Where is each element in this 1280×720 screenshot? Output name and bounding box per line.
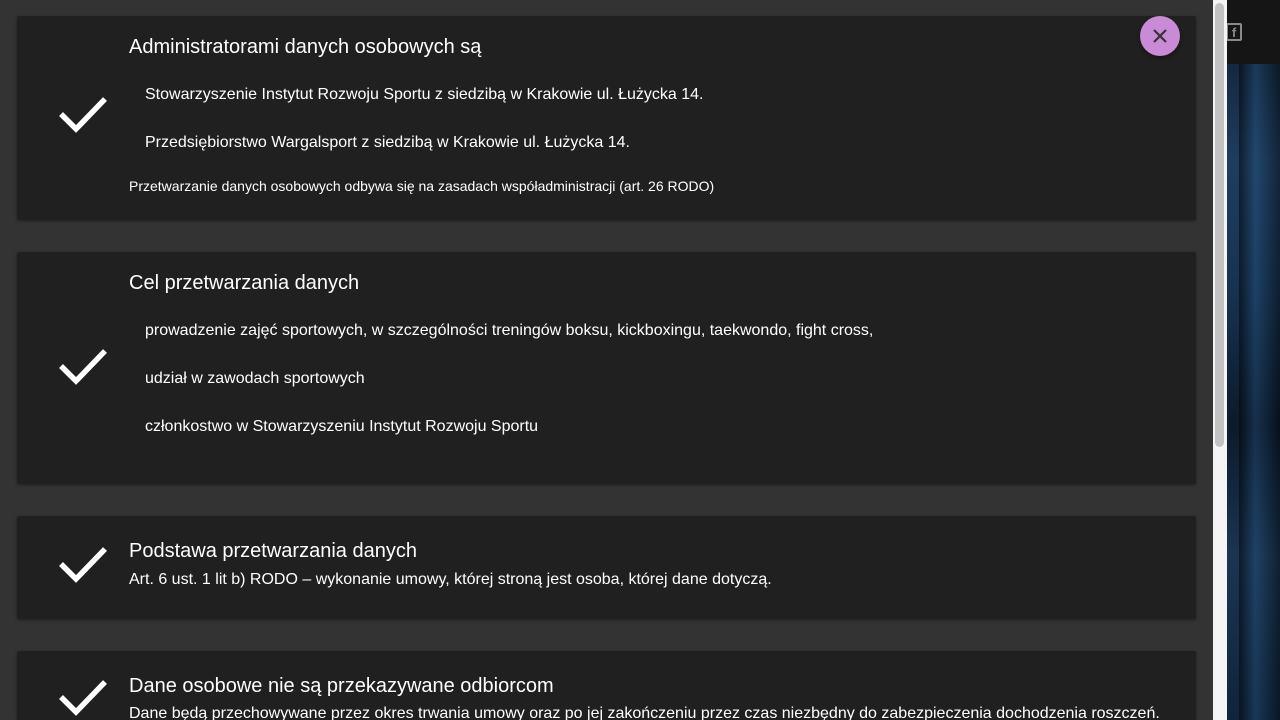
list-item: prowadzenie zajęć sportowych, w szczegól… <box>145 322 874 339</box>
list-item: członkostwo w Stowarzyszeniu Instytut Ro… <box>145 418 539 435</box>
close-icon <box>1153 29 1167 43</box>
card-title: Administratorami danych osobowych są <box>129 36 482 58</box>
checkmark-icon <box>55 675 111 719</box>
checkmark-icon <box>55 92 111 136</box>
card-recipients: Dane osobowe nie są przekazywane odbiorc… <box>17 651 1196 720</box>
checkmark-icon <box>55 542 111 586</box>
card-title: Dane osobowe nie są przekazywane odbiorc… <box>129 675 554 697</box>
list-item: udział w zawodach sportowych <box>145 370 365 387</box>
checkmark-icon <box>55 344 111 388</box>
background-hero-image <box>1227 64 1280 720</box>
close-button[interactable] <box>1140 16 1180 56</box>
privacy-modal: Administratorami danych osobowych są Sto… <box>0 0 1213 720</box>
card-administrators: Administratorami danych osobowych są Sto… <box>17 16 1196 220</box>
list-item: Stowarzyszenie Instytut Rozwoju Sportu z… <box>145 86 704 103</box>
card-purpose: Cel przetwarzania danych prowadzenie zaj… <box>17 252 1196 484</box>
card-title: Cel przetwarzania danych <box>129 272 360 294</box>
card-text: Art. 6 ust. 1 lit b) RODO – wykonanie um… <box>129 571 772 588</box>
facebook-icon[interactable]: f <box>1226 23 1242 41</box>
card-text: Dane będą przechowywane przez okres trwa… <box>129 705 1160 720</box>
card-title: Podstawa przetwarzania danych <box>129 540 417 562</box>
scrollbar-thumb[interactable] <box>1215 3 1224 447</box>
card-note: Przetwarzanie danych osobowych odbywa si… <box>129 178 715 194</box>
list-item: Przedsiębiorstwo Wargalsport z siedzibą … <box>145 134 630 151</box>
card-legal-basis: Podstawa przetwarzania danych Art. 6 ust… <box>17 516 1196 619</box>
